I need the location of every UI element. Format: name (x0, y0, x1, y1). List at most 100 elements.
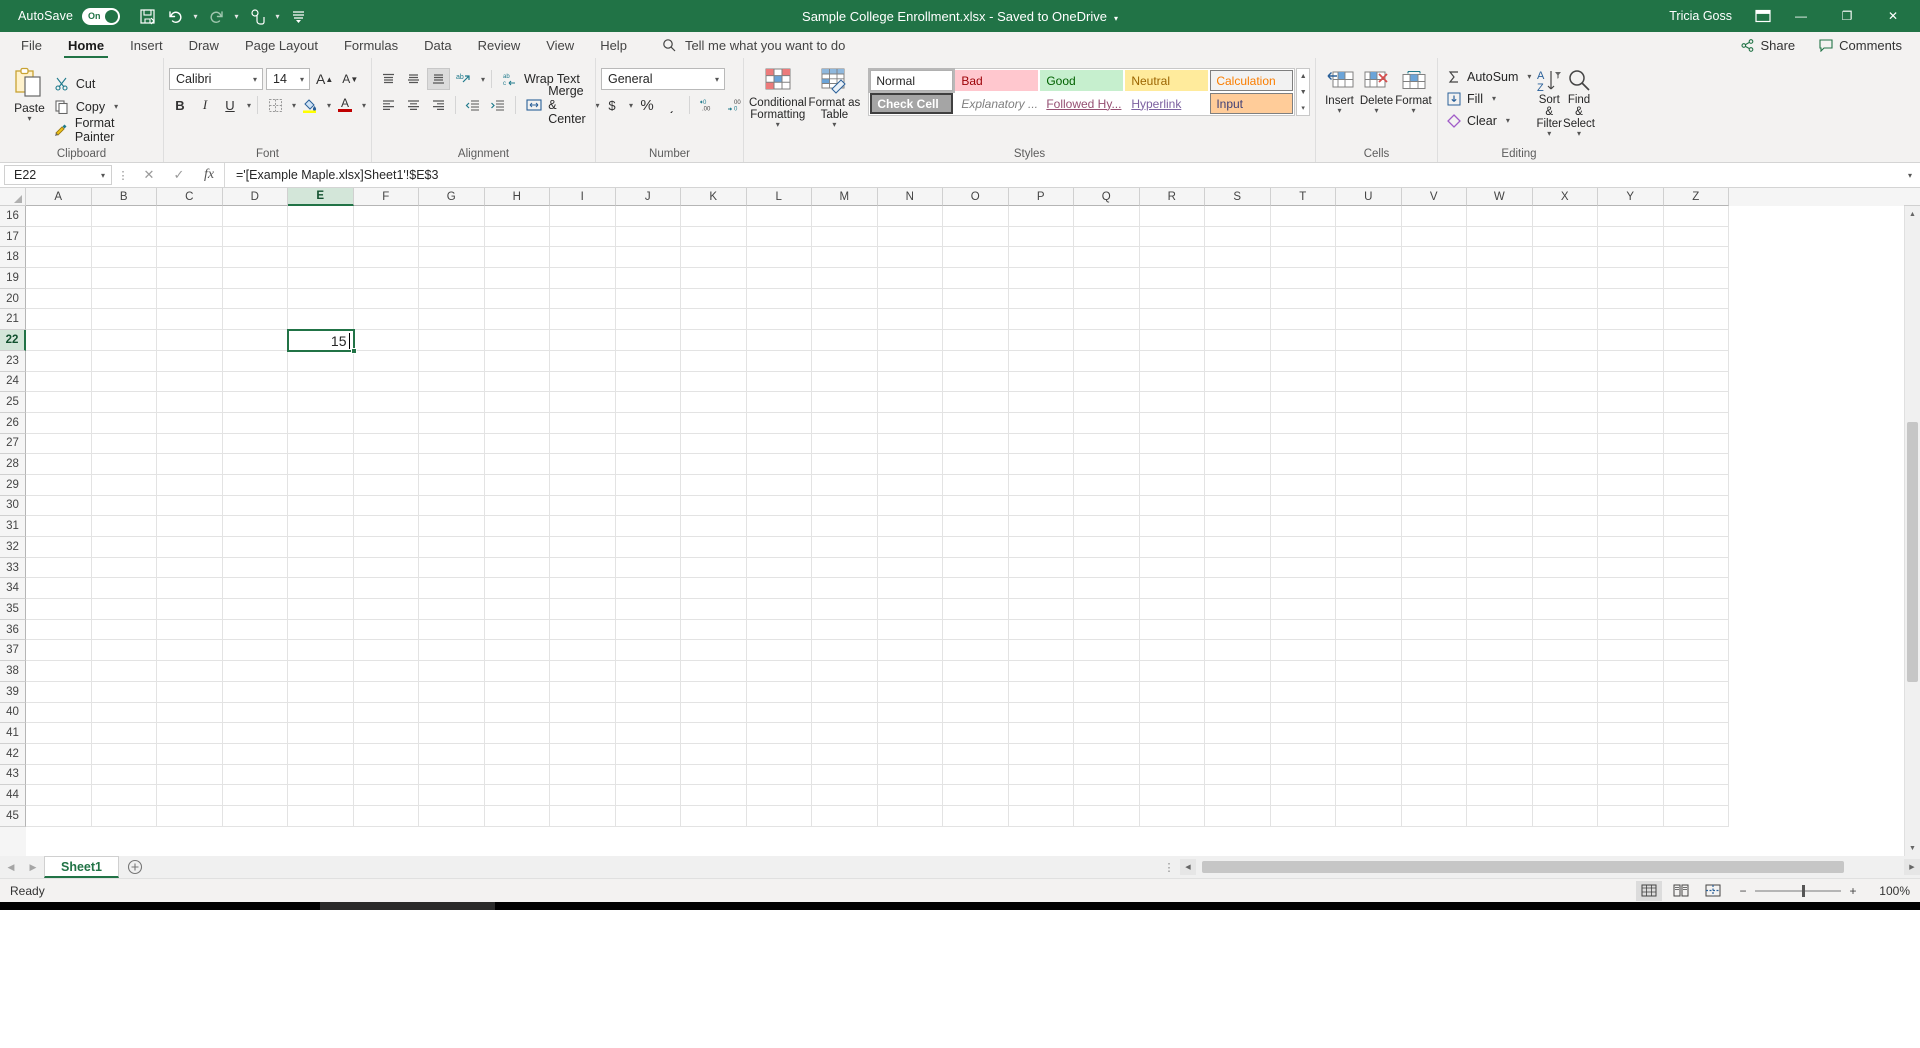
cell-S28[interactable] (1205, 454, 1271, 475)
active-cell-selection[interactable]: 15 (287, 329, 355, 352)
cell-V38[interactable] (1401, 661, 1467, 682)
cell-G34[interactable] (419, 578, 485, 600)
cell-I45[interactable] (550, 805, 616, 827)
font-name-dropdown-icon[interactable]: ▾ (250, 75, 260, 84)
cell-F32[interactable] (353, 537, 419, 558)
cell-J35[interactable] (615, 599, 681, 620)
cell-G24[interactable] (419, 371, 485, 393)
cell-D30[interactable] (222, 495, 288, 517)
cell-U41[interactable] (1336, 723, 1402, 744)
cell-H41[interactable] (484, 723, 550, 744)
cell-P24[interactable] (1008, 371, 1074, 393)
cell-J36[interactable] (615, 619, 681, 641)
cell-B22[interactable] (91, 330, 157, 351)
cell-Z38[interactable] (1663, 661, 1729, 682)
cell-L41[interactable] (746, 723, 812, 744)
cell-C45[interactable] (157, 805, 223, 827)
cell-A24[interactable] (26, 371, 92, 393)
orientation-dropdown-icon[interactable]: ▾ (481, 75, 485, 84)
cell-Z25[interactable] (1663, 392, 1729, 413)
cell-F31[interactable] (353, 516, 419, 537)
cell-U40[interactable] (1336, 702, 1402, 724)
cell-V40[interactable] (1401, 702, 1467, 724)
cell-N18[interactable] (877, 247, 943, 269)
cell-E31[interactable] (288, 516, 354, 537)
cell-O43[interactable] (943, 764, 1009, 786)
cell-T34[interactable] (1270, 578, 1336, 600)
cell-J23[interactable] (615, 350, 681, 372)
cell-G16[interactable] (419, 206, 485, 227)
cell-Q31[interactable] (1074, 516, 1140, 537)
cell-S18[interactable] (1205, 247, 1271, 269)
cell-E28[interactable] (288, 454, 354, 475)
cell-L26[interactable] (746, 412, 812, 434)
cell-M21[interactable] (812, 309, 878, 331)
cell-T28[interactable] (1270, 454, 1336, 475)
cell-Q18[interactable] (1074, 247, 1140, 269)
cell-T16[interactable] (1270, 206, 1336, 227)
cell-P42[interactable] (1008, 743, 1074, 765)
cell-V32[interactable] (1401, 537, 1467, 558)
cell-Y26[interactable] (1598, 412, 1664, 434)
cell-B42[interactable] (91, 743, 157, 765)
cell-M33[interactable] (812, 557, 878, 579)
copy-dropdown-icon[interactable]: ▾ (114, 102, 118, 111)
row-header-39[interactable]: 39 (0, 681, 26, 703)
cell-D31[interactable] (222, 516, 288, 537)
cell-M45[interactable] (812, 805, 878, 827)
cell-T17[interactable] (1270, 226, 1336, 248)
cell-K35[interactable] (681, 599, 747, 620)
column-header-F[interactable]: F (353, 188, 419, 206)
cell-Q29[interactable] (1074, 474, 1140, 496)
cell-J44[interactable] (615, 785, 681, 806)
cell-Y32[interactable] (1598, 537, 1664, 558)
cell-F41[interactable] (353, 723, 419, 744)
cell-O27[interactable] (943, 433, 1009, 455)
cell-U23[interactable] (1336, 350, 1402, 372)
cell-V44[interactable] (1401, 785, 1467, 806)
cell-H28[interactable] (484, 454, 550, 475)
row-header-38[interactable]: 38 (0, 661, 26, 682)
cell-F24[interactable] (353, 371, 419, 393)
row-header-19[interactable]: 19 (0, 268, 26, 289)
font-size-combo[interactable]: 14 ▾ (266, 68, 310, 90)
cell-P29[interactable] (1008, 474, 1074, 496)
cell-T22[interactable] (1270, 330, 1336, 351)
vertical-scroll-thumb[interactable] (1907, 422, 1918, 682)
redo-icon[interactable] (203, 4, 229, 28)
cell-T36[interactable] (1270, 619, 1336, 641)
sort-filter-button[interactable]: A Z Sort & Filter ▾ (1535, 66, 1563, 145)
cell-Y41[interactable] (1598, 723, 1664, 744)
cell-W35[interactable] (1467, 599, 1533, 620)
cell-G40[interactable] (419, 702, 485, 724)
cell-E17[interactable] (288, 226, 354, 248)
cell-Q16[interactable] (1074, 206, 1140, 227)
cell-D40[interactable] (222, 702, 288, 724)
cell-F23[interactable] (353, 350, 419, 372)
expand-formula-bar-icon[interactable]: ▾ (1900, 163, 1920, 187)
cell-E27[interactable] (288, 433, 354, 455)
cell-K18[interactable] (681, 247, 747, 269)
cell-T41[interactable] (1270, 723, 1336, 744)
cell-U37[interactable] (1336, 640, 1402, 662)
cell-S27[interactable] (1205, 433, 1271, 455)
cell-Z35[interactable] (1663, 599, 1729, 620)
cell-C19[interactable] (157, 268, 223, 289)
undo-dropdown-icon[interactable]: ▾ (190, 4, 201, 28)
cell-C35[interactable] (157, 599, 223, 620)
cell-B19[interactable] (91, 268, 157, 289)
cell-P37[interactable] (1008, 640, 1074, 662)
formula-input[interactable]: ='[Example Maple.xlsx]Sheet1'!$E$3 (224, 163, 1900, 187)
cell-B40[interactable] (91, 702, 157, 724)
cell-Q24[interactable] (1074, 371, 1140, 393)
cell-L31[interactable] (746, 516, 812, 537)
cell-T42[interactable] (1270, 743, 1336, 765)
cell-I18[interactable] (550, 247, 616, 269)
cell-R34[interactable] (1139, 578, 1205, 600)
cell-V35[interactable] (1401, 599, 1467, 620)
cell-J45[interactable] (615, 805, 681, 827)
row-header-24[interactable]: 24 (0, 371, 26, 393)
cell-C29[interactable] (157, 474, 223, 496)
cell-F37[interactable] (353, 640, 419, 662)
cut-button[interactable]: Cut (54, 73, 158, 94)
